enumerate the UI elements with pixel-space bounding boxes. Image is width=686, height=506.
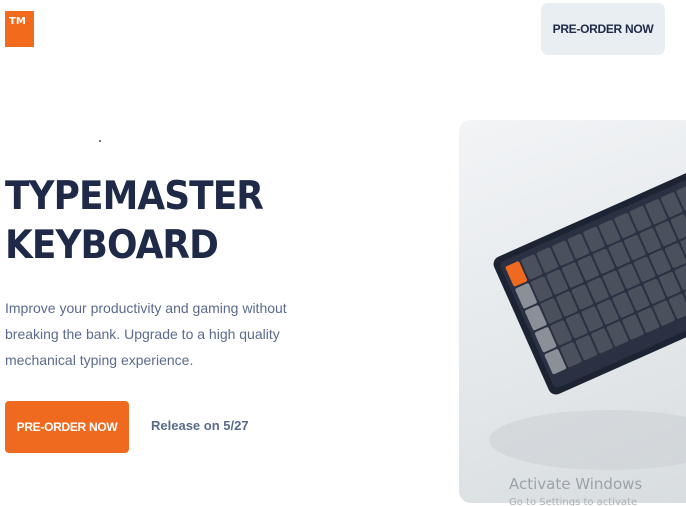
brand-logo-text: TM [9,16,26,27]
keyboard-illustration [489,156,686,470]
keyboard-shadow [489,410,686,470]
brand-logo[interactable]: TM [5,11,34,47]
header-preorder-button[interactable]: PRE-ORDER NOW [541,3,665,55]
header-preorder-label: PRE-ORDER NOW [552,22,654,36]
activate-windows-subtitle: Go to Settings to activate Windows. [509,497,638,506]
hero-title-line-1: TYPEMASTER [5,174,264,219]
hero-preorder-label: PRE-ORDER NOW [16,420,118,434]
keyboard-image [459,120,686,503]
release-date-text: Release on 5/27 [151,418,249,433]
hero-title: TYPEMASTER KEYBOARD [5,172,281,270]
hero-preorder-button[interactable]: PRE-ORDER NOW [5,401,129,453]
decorative-dot [99,140,101,142]
hero-description: Improve your productivity and gaming wit… [5,300,287,368]
activate-windows-title: Activate Windows [509,475,643,493]
hero-title-line-2: KEYBOARD [5,223,219,268]
